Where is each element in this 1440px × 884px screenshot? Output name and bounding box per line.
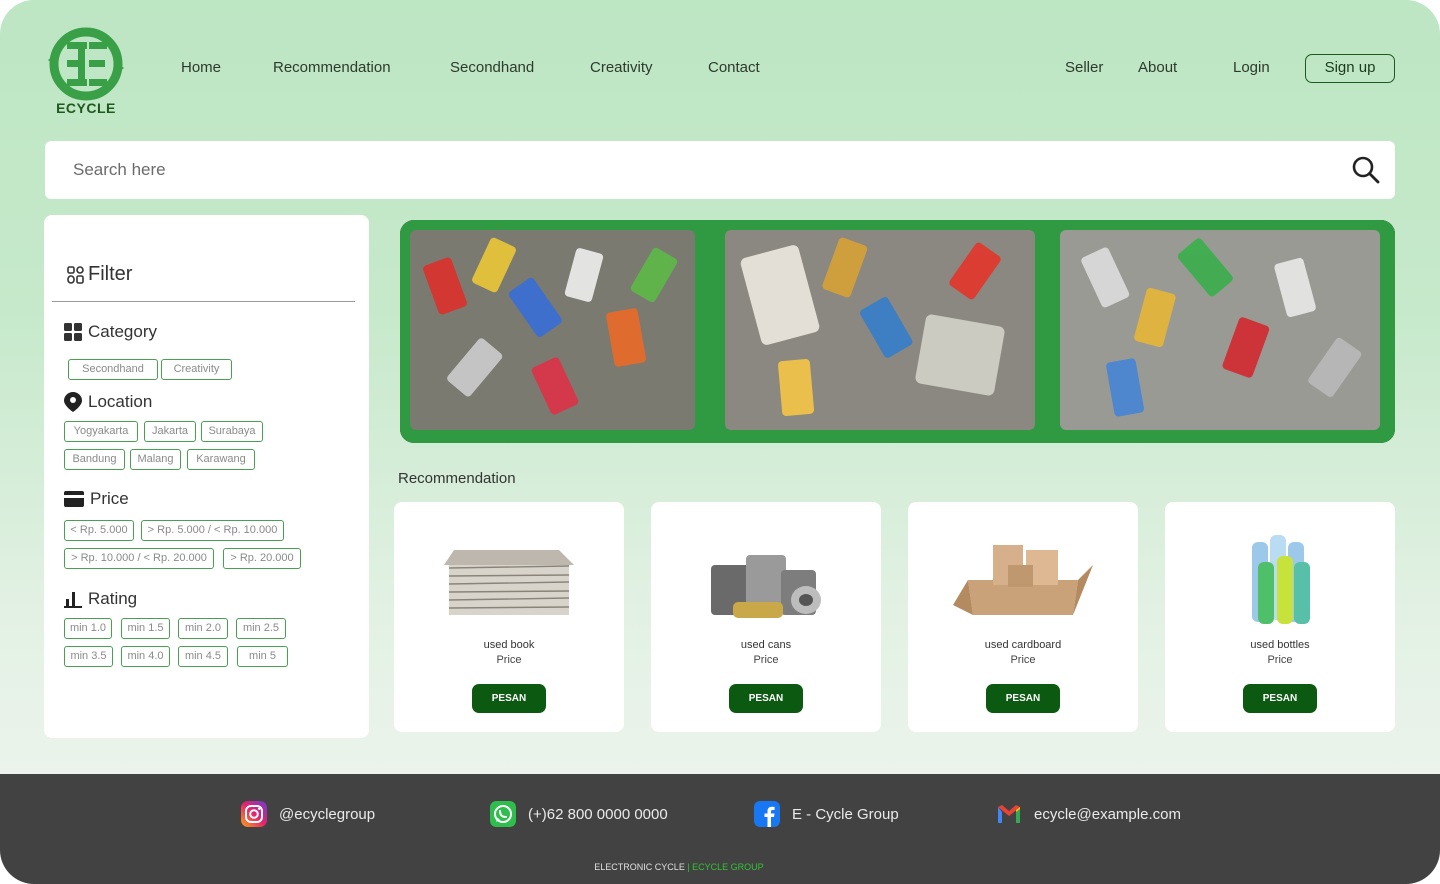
product-name: used cans xyxy=(740,639,792,651)
whatsapp-number: (+)62 800 0000 0000 xyxy=(528,805,668,823)
order-button[interactable]: PESAN xyxy=(1243,684,1317,713)
location-label: Location xyxy=(88,392,153,411)
chip-location-bandung[interactable]: Bandung xyxy=(64,449,125,470)
gmail-icon xyxy=(998,805,1020,823)
facebook-icon xyxy=(754,801,780,827)
chip-rating-5[interactable]: min 5 xyxy=(237,646,288,667)
chip-location-jakarta[interactable]: Jakarta xyxy=(144,421,196,442)
nav-recommendation[interactable]: Recommendation xyxy=(273,59,391,76)
order-button[interactable]: PESAN xyxy=(472,684,546,713)
chip-category-creativity[interactable]: Creativity xyxy=(161,359,232,380)
copyright-text: ELECTRONIC CYCLE | ECYCLE GROUP xyxy=(0,862,1358,872)
product-card-bottles[interactable]: used bottles Price PESAN xyxy=(1165,502,1395,732)
chip-location-malang[interactable]: Malang xyxy=(130,449,181,470)
signup-button[interactable]: Sign up xyxy=(1305,54,1395,83)
facebook-page: E - Cycle Group xyxy=(792,805,899,823)
recycled-cans-photo xyxy=(400,220,1395,443)
filter-divider xyxy=(52,301,355,302)
product-name: used book xyxy=(483,639,535,651)
chip-location-yogyakarta[interactable]: Yogyakarta xyxy=(64,421,138,442)
filter-icon xyxy=(67,265,84,284)
product-card-cardboard[interactable]: used cardboard Price PESAN xyxy=(908,502,1138,732)
filter-panel: Filter Category Secondhand Creativity Lo… xyxy=(44,215,369,738)
instagram-handle: @ecyclegroup xyxy=(279,805,376,823)
filter-title-label: Filter xyxy=(88,263,133,285)
product-card-book[interactable]: used book Price PESAN xyxy=(394,502,624,732)
chip-location-surabaya[interactable]: Surabaya xyxy=(201,421,263,442)
footer-facebook[interactable]: E - Cycle Group xyxy=(754,801,899,827)
nav-home[interactable]: Home xyxy=(181,59,221,76)
used-bottles-image xyxy=(1252,535,1310,624)
email-address: ecycle@example.com xyxy=(1034,805,1181,823)
order-button[interactable]: PESAN xyxy=(729,684,803,713)
footer-instagram[interactable]: @ecyclegroup xyxy=(241,801,375,827)
product-card-cans[interactable]: used cans Price PESAN xyxy=(651,502,881,732)
chip-rating-1-0[interactable]: min 1.0 xyxy=(64,618,112,639)
used-cardboard-image xyxy=(953,545,1093,615)
search-input[interactable] xyxy=(73,141,1323,199)
brand-name: ECYCLE xyxy=(56,100,116,116)
product-price: Price xyxy=(1267,654,1293,666)
brand-logo[interactable]: ECYCLE xyxy=(38,26,134,120)
location-pin-icon xyxy=(64,392,82,412)
chip-rating-2-5[interactable]: min 2.5 xyxy=(236,618,286,639)
rating-heading: Rating xyxy=(64,589,137,609)
nav-creativity[interactable]: Creativity xyxy=(590,59,653,76)
footer-email[interactable]: ecycle@example.com xyxy=(996,801,1181,827)
chip-rating-1-5[interactable]: min 1.5 xyxy=(121,618,170,639)
chip-location-karawang[interactable]: Karawang xyxy=(187,449,255,470)
chip-rating-2-0[interactable]: min 2.0 xyxy=(178,618,228,639)
instagram-icon xyxy=(241,801,267,827)
hero-banner-image xyxy=(400,220,1395,443)
location-heading: Location xyxy=(64,392,152,412)
chip-rating-4-5[interactable]: min 4.5 xyxy=(178,646,228,667)
recycle-logo-icon xyxy=(48,27,124,101)
used-book-image xyxy=(444,550,574,615)
product-price: Price xyxy=(753,654,779,666)
chip-category-secondhand[interactable]: Secondhand xyxy=(68,359,158,380)
chip-price-under-5000[interactable]: < Rp. 5.000 xyxy=(64,520,134,541)
nav-secondhand[interactable]: Secondhand xyxy=(450,59,534,76)
whatsapp-icon xyxy=(490,801,516,827)
order-button[interactable]: PESAN xyxy=(986,684,1060,713)
footer-whatsapp[interactable]: (+)62 800 0000 0000 xyxy=(490,801,668,827)
recommendation-title: Recommendation xyxy=(398,470,516,487)
nav-seller[interactable]: Seller xyxy=(1065,59,1103,76)
category-label: Category xyxy=(88,322,157,341)
search-icon[interactable] xyxy=(1351,155,1381,185)
product-name: used bottles xyxy=(1250,639,1310,651)
price-heading: Price xyxy=(64,489,129,509)
category-icon xyxy=(64,323,82,341)
chip-price-10000-20000[interactable]: > Rp. 10.000 / < Rp. 20.000 xyxy=(64,548,214,569)
nav-about[interactable]: About xyxy=(1138,59,1177,76)
search-bar xyxy=(45,141,1395,199)
product-price: Price xyxy=(496,654,522,666)
nav-contact[interactable]: Contact xyxy=(708,59,760,76)
product-price: Price xyxy=(1010,654,1036,666)
page: ECYCLE Home Recommendation Secondhand Cr… xyxy=(0,0,1440,884)
chip-price-over-20000[interactable]: > Rp. 20.000 xyxy=(223,548,301,569)
price-label: Price xyxy=(90,489,129,508)
filter-title: Filter xyxy=(66,263,132,286)
chip-price-5000-10000[interactable]: > Rp. 5.000 / < Rp. 10.000 xyxy=(141,520,284,541)
chip-rating-3-5[interactable]: min 3.5 xyxy=(64,646,113,667)
category-heading: Category xyxy=(64,322,157,342)
chip-rating-4-0[interactable]: min 4.0 xyxy=(121,646,170,667)
nav-login[interactable]: Login xyxy=(1233,59,1270,76)
product-name: used cardboard xyxy=(984,639,1062,651)
wallet-icon xyxy=(64,491,84,507)
used-cans-image xyxy=(711,555,821,618)
rating-bars-icon xyxy=(64,592,82,608)
rating-label: Rating xyxy=(88,589,138,608)
footer: @ecyclegroup (+)62 800 0000 0000 E - Cyc… xyxy=(0,774,1440,884)
copyright-group: ECYCLE GROUP xyxy=(692,862,764,872)
copyright-main: ELECTRONIC CYCLE xyxy=(594,862,685,872)
